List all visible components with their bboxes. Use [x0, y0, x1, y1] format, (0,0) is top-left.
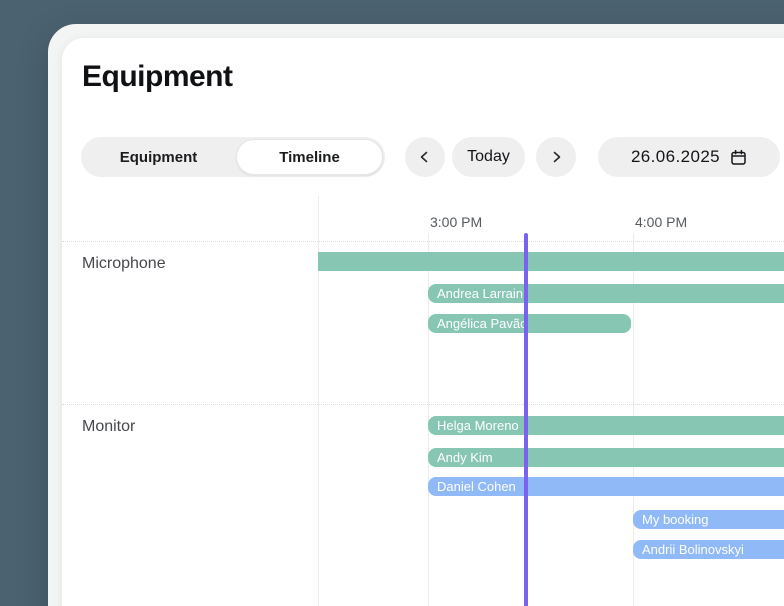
timeline-grid: 3:00 PM 4:00 PM Microphone Monitor Andrea La…	[62, 196, 784, 606]
next-day-button[interactable]	[536, 137, 576, 177]
time-label: 4:00 PM	[635, 214, 688, 230]
tab-timeline[interactable]: Timeline	[236, 139, 383, 175]
availability-bar[interactable]	[318, 252, 784, 271]
row-separator	[62, 404, 784, 405]
view-switcher: Equipment Timeline	[81, 137, 385, 177]
booking-bar[interactable]: Helga Moreno	[428, 416, 784, 435]
prev-day-button[interactable]	[405, 137, 445, 177]
booking-bar[interactable]: My booking	[633, 510, 784, 529]
calendar-icon	[730, 149, 747, 166]
row-separator	[62, 241, 784, 242]
booking-bar[interactable]: Daniel Cohen	[428, 477, 784, 496]
date-value: 26.06.2025	[630, 147, 721, 166]
date-picker-button[interactable]: 26.06.2025	[598, 137, 780, 177]
chevron-left-icon	[418, 150, 432, 164]
tab-equipment[interactable]: Equipment	[81, 149, 236, 166]
time-label: 3:00 PM	[430, 214, 483, 230]
booking-bar[interactable]: Angélica Pavão	[428, 314, 631, 333]
today-button[interactable]: Today	[452, 137, 525, 177]
booking-bar[interactable]: Andrii Bolinovskyi	[633, 540, 784, 559]
booking-bar[interactable]: Andy Kim	[428, 448, 784, 467]
resource-label: Microphone	[82, 255, 166, 272]
resource-label: Monitor	[82, 418, 136, 435]
page-title: Equipment	[82, 60, 233, 93]
chevron-right-icon	[549, 150, 563, 164]
equipment-panel: Equipment Equipment Timeline Today 26.06…	[62, 38, 784, 606]
current-time-indicator	[524, 233, 528, 606]
booking-bar[interactable]: Andrea Larrain	[428, 284, 784, 303]
